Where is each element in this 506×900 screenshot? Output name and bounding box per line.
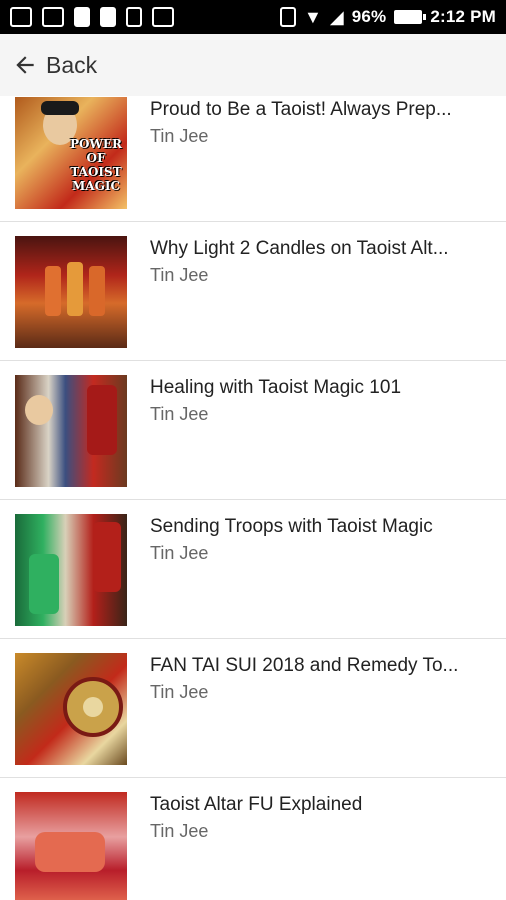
video-title: Healing with Taoist Magic 101 [150,377,402,398]
video-author: Tin Jee [150,821,209,841]
video-author: Tin Jee [150,404,209,424]
system-icons: ▼ ◢ 96% 2:12 PM [280,7,496,28]
video-item[interactable]: Taoist Altar FU Explained Tin Jee [0,778,506,900]
video-meta: Healing with Taoist Magic 101 Tin Jee [127,375,483,425]
video-thumbnail [15,375,127,487]
battery-percent: 96% [351,7,387,26]
video-item[interactable]: Why Light 2 Candles on Taoist Alt... Tin… [0,222,506,361]
phone-icon [126,7,142,27]
video-meta: Why Light 2 Candles on Taoist Alt... Tin… [127,236,483,286]
vibrate-icon [280,7,297,27]
video-title: Why Light 2 Candles on Taoist Alt... [150,238,449,259]
camera-icon [42,7,64,27]
video-thumbnail [15,653,127,765]
video-author: Tin Jee [150,543,209,563]
video-item[interactable]: Healing with Taoist Magic 101 Tin Jee [0,361,506,500]
video-thumbnail [15,236,127,348]
back-label: Back [46,51,98,78]
message-icon [10,7,32,27]
video-title: Sending Troops with Taoist Magic [150,516,433,537]
video-list[interactable]: POWER OF TAOIST MAGIC Proud to Be a Taoi… [0,96,506,900]
back-arrow-icon [16,56,34,74]
video-title: FAN TAI SUI 2018 and Remedy To... [150,655,459,676]
app-bar: Back [0,34,506,96]
back-button[interactable]: Back [12,52,97,79]
notification-icon [74,7,90,27]
video-item[interactable]: Sending Troops with Taoist Magic Tin Jee [0,500,506,639]
thumbnail-caption: POWER OF TAOIST MAGIC [69,137,123,193]
video-item[interactable]: POWER OF TAOIST MAGIC Proud to Be a Taoi… [0,96,506,222]
video-item[interactable]: FAN TAI SUI 2018 and Remedy To... Tin Je… [0,639,506,778]
video-author: Tin Jee [150,265,209,285]
battery-icon [394,10,427,24]
video-meta: Proud to Be a Taoist! Always Prep... Tin… [127,97,483,147]
video-title: Proud to Be a Taoist! Always Prep... [150,99,452,120]
video-author: Tin Jee [150,682,209,702]
video-meta: FAN TAI SUI 2018 and Remedy To... Tin Je… [127,653,483,703]
notification-icon [100,7,116,27]
clock: 2:12 PM [430,7,496,26]
video-meta: Sending Troops with Taoist Magic Tin Jee [127,514,483,564]
status-bar: ▼ ◢ 96% 2:12 PM [0,0,506,34]
video-thumbnail [15,792,127,900]
signal-icon: ◢ [329,6,344,27]
gmail-icon [152,7,174,27]
video-thumbnail [15,514,127,626]
video-meta: Taoist Altar FU Explained Tin Jee [127,792,483,842]
notification-icons [10,7,174,27]
video-title: Taoist Altar FU Explained [150,794,363,815]
video-author: Tin Jee [150,126,209,146]
wifi-icon: ▼ [304,6,322,27]
video-thumbnail: POWER OF TAOIST MAGIC [15,97,127,209]
